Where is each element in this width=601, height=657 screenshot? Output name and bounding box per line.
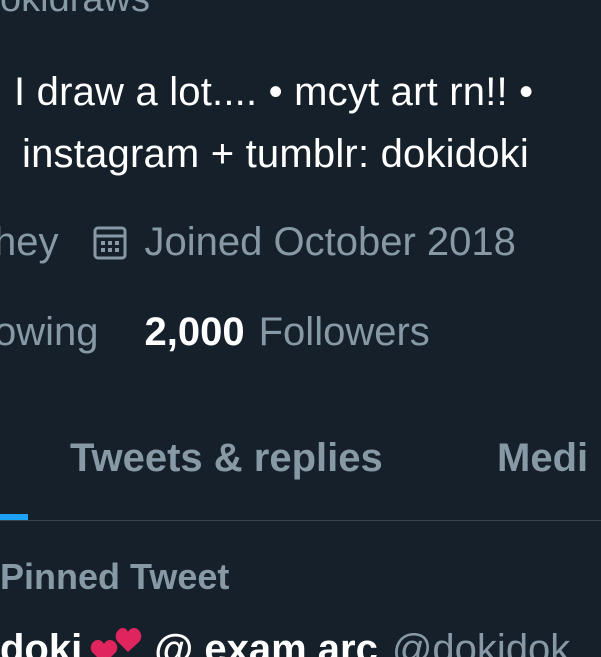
pinned-tweet-label: Pinned Tweet (0, 556, 230, 597)
profile-bio-line-2: instagram + tumblr: dokidoki (22, 132, 529, 176)
tabs-divider (0, 520, 601, 521)
tweet-author-row[interactable]: doki @ exam arc @dokidok (0, 622, 570, 657)
profile-stats-row: owing 2,000 Followers (0, 310, 430, 355)
calendar-icon (93, 225, 127, 261)
tweet-author-name-suffix[interactable]: @ exam arc (154, 627, 378, 657)
tab-tweets-and-replies[interactable]: Tweets & replies (70, 436, 383, 481)
two-hearts-icon (90, 626, 144, 657)
profile-location: hey (0, 220, 59, 264)
tweet-author-handle[interactable]: @dokidok (392, 627, 570, 657)
profile-meta-row: hey Joined October 2018 (0, 220, 516, 265)
profile-handle: okidraws (0, 0, 150, 21)
followers-link[interactable]: Followers (259, 310, 430, 355)
followers-count[interactable]: 2,000 (145, 310, 245, 355)
following-link[interactable]: owing (0, 310, 99, 355)
tweet-author-name[interactable]: doki (0, 627, 82, 657)
profile-bio-line-1: I draw a lot.... • mcyt art rn!! • (14, 70, 534, 114)
profile-joined-date: Joined October 2018 (144, 220, 516, 264)
tab-media[interactable]: Medi (497, 436, 588, 481)
